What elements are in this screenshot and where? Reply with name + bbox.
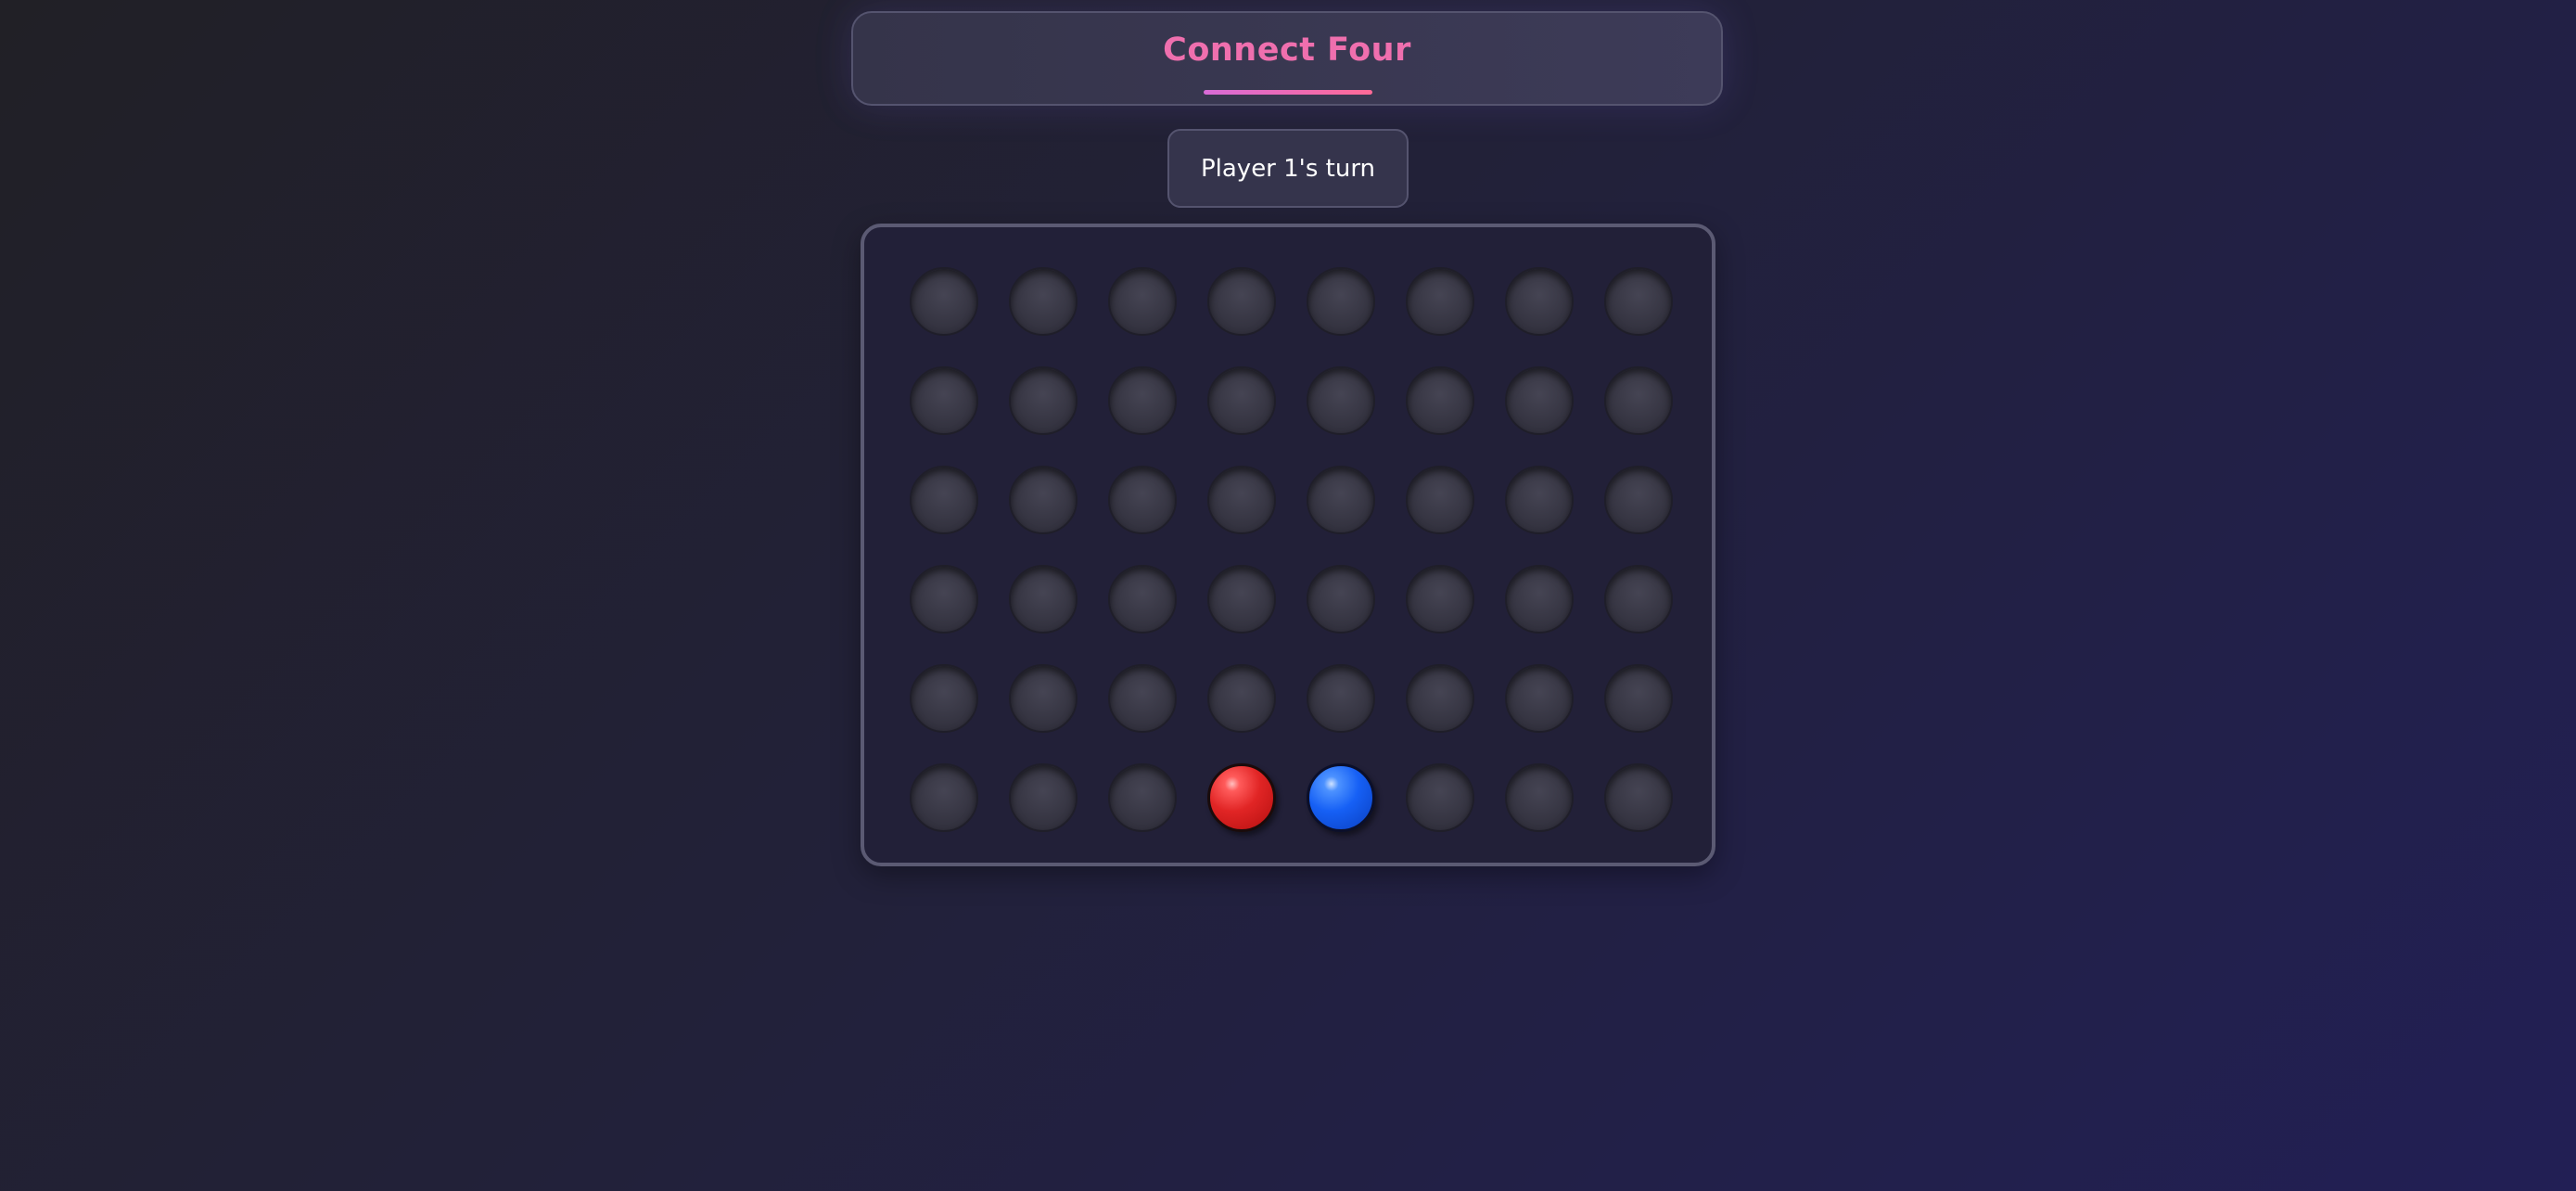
board-slot-empty[interactable]: [1604, 565, 1673, 634]
board-slot-empty[interactable]: [1108, 466, 1177, 534]
title-underline: [1204, 90, 1372, 95]
board-slot-empty[interactable]: [910, 664, 978, 733]
board-slot-empty[interactable]: [1207, 565, 1276, 634]
board-slot-empty[interactable]: [1505, 267, 1574, 336]
board-slot-empty[interactable]: [1406, 565, 1474, 634]
board-slot-empty[interactable]: [1108, 267, 1177, 336]
board-slot-empty[interactable]: [1505, 763, 1574, 832]
board-slot-empty[interactable]: [1307, 366, 1375, 435]
board-slot-empty[interactable]: [1505, 366, 1574, 435]
board-slot-empty[interactable]: [1604, 763, 1673, 832]
board-slot-empty[interactable]: [1307, 267, 1375, 336]
board-slot-empty[interactable]: [1406, 664, 1474, 733]
board-slot-empty[interactable]: [1505, 565, 1574, 634]
board-slot-empty[interactable]: [1009, 366, 1078, 435]
board-slot-empty[interactable]: [1207, 466, 1276, 534]
board-slot-empty[interactable]: [1604, 366, 1673, 435]
turn-status: Player 1's turn: [1167, 129, 1409, 208]
board-slot-empty[interactable]: [1207, 664, 1276, 733]
board-slot-empty[interactable]: [1406, 267, 1474, 336]
board-slot-empty[interactable]: [1505, 466, 1574, 534]
board-slot-empty[interactable]: [1505, 664, 1574, 733]
board-slot-empty[interactable]: [1009, 763, 1078, 832]
board-slot-empty[interactable]: [1108, 763, 1177, 832]
board-slot-empty[interactable]: [1108, 565, 1177, 634]
board-slot-empty[interactable]: [910, 267, 978, 336]
board-slot-empty[interactable]: [1009, 466, 1078, 534]
board-slot-empty[interactable]: [910, 763, 978, 832]
board-slot-empty[interactable]: [1009, 565, 1078, 634]
blue-disc[interactable]: [1307, 763, 1375, 832]
board-slot-empty[interactable]: [1406, 366, 1474, 435]
board-slot-empty[interactable]: [1307, 664, 1375, 733]
board-slot-empty[interactable]: [910, 466, 978, 534]
board-slot-empty[interactable]: [1406, 763, 1474, 832]
turn-status-text: Player 1's turn: [1200, 154, 1376, 183]
board-slot-empty[interactable]: [1207, 267, 1276, 336]
board-slot-empty[interactable]: [1108, 366, 1177, 435]
board-slot-empty[interactable]: [1604, 664, 1673, 733]
game-board: [861, 224, 1715, 866]
board-slot-empty[interactable]: [1604, 267, 1673, 336]
board-slot-empty[interactable]: [1307, 466, 1375, 534]
board-slot-empty[interactable]: [1108, 664, 1177, 733]
board-slot-empty[interactable]: [1604, 466, 1673, 534]
title-card: Connect Four: [851, 11, 1723, 106]
red-disc[interactable]: [1207, 763, 1276, 832]
board-slot-empty[interactable]: [1406, 466, 1474, 534]
board-slot-empty[interactable]: [910, 366, 978, 435]
board-slot-empty[interactable]: [1009, 664, 1078, 733]
board-slot-empty[interactable]: [1009, 267, 1078, 336]
game-title: Connect Four: [1163, 32, 1411, 69]
board-slot-empty[interactable]: [1207, 366, 1276, 435]
board-slot-empty[interactable]: [910, 565, 978, 634]
board-slot-empty[interactable]: [1307, 565, 1375, 634]
